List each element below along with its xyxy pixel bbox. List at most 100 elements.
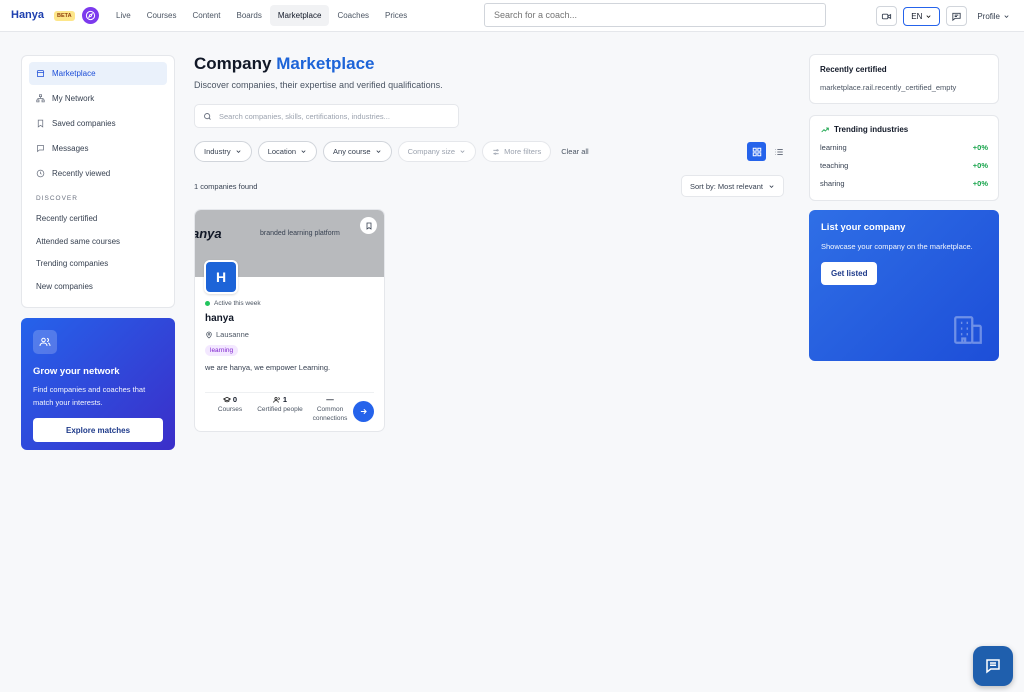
recently-certified-panel: Recently certified marketplace.rail.rece… (809, 54, 999, 104)
company-location: Lausanne (205, 330, 374, 339)
trending-industries-panel: Trending industries learning +0% teachin… (809, 115, 999, 201)
profile-label: Profile (977, 11, 1000, 21)
nav-boards[interactable]: Boards (229, 5, 270, 26)
location-text: Lausanne (216, 330, 249, 339)
filter-location[interactable]: Location (257, 141, 318, 162)
stat-label: Courses (217, 406, 243, 413)
sort-select[interactable]: Sort by: Most relevant (681, 175, 784, 197)
more-filters-button[interactable]: More filters (482, 141, 552, 162)
nav-marketplace[interactable]: Marketplace (269, 5, 330, 26)
nav-coaches[interactable]: Coaches (329, 5, 377, 26)
sidebar-item-my-network[interactable]: My Network (29, 87, 167, 110)
search-icon (204, 112, 211, 120)
stat-certified-people: 1 Certified people (255, 393, 305, 423)
filter-label: Any course (333, 147, 371, 156)
chevron-down-icon (769, 184, 774, 188)
results-count: 1 companies found (194, 182, 258, 191)
filter-label: Industry (204, 147, 231, 156)
profile-menu[interactable]: Profile (977, 12, 1010, 21)
page-title-part2: Marketplace (276, 54, 375, 73)
sidebar-item-saved-companies[interactable]: Saved companies (29, 112, 167, 135)
status-dot (205, 301, 210, 306)
explore-matches-button[interactable]: Explore matches (33, 418, 163, 442)
language-value: EN (911, 11, 923, 21)
discover-item-recently-certified[interactable]: Recently certified (29, 208, 167, 231)
sort-label: Sort by: Most relevant (690, 181, 763, 191)
activity-text: Active this week (214, 300, 261, 307)
clock-icon (36, 169, 45, 178)
sliders-icon (493, 148, 499, 155)
company-search-input[interactable]: Search companies, skills, certifications… (194, 104, 459, 128)
panel-title: Trending industries (820, 125, 988, 134)
filter-course[interactable]: Any course (323, 141, 392, 162)
stat-label: Common connections (312, 406, 348, 422)
company-name[interactable]: hanya (205, 313, 374, 324)
chevron-down-icon (301, 150, 306, 153)
view-toggle (747, 142, 788, 161)
sidebar-item-label: Saved companies (52, 119, 116, 128)
top-bar: Hanya BETA Live Courses Content Boards M… (0, 0, 1024, 32)
nav-content[interactable]: Content (184, 5, 228, 26)
list-view-icon[interactable] (769, 142, 788, 161)
sidebar-item-marketplace[interactable]: Marketplace (29, 62, 167, 85)
message-icon (37, 145, 44, 153)
discover-item-trending-companies[interactable]: Trending companies (29, 253, 167, 276)
chevron-down-icon (376, 150, 381, 153)
stat-courses: 0 Courses (205, 393, 255, 423)
company-stats: 0 Courses 1 Certified people — Common co… (205, 392, 374, 423)
trending-row[interactable]: learning +0% (820, 138, 988, 156)
language-select[interactable]: EN (903, 6, 941, 26)
filter-label: Location (267, 147, 297, 156)
industry-change: +0% (972, 178, 988, 188)
filter-company-size[interactable]: Company size (397, 141, 477, 162)
chat-icon[interactable] (973, 646, 1013, 686)
grow-network-card: Grow your network Find companies and coa… (21, 318, 175, 450)
sidebar: Marketplace My Network Saved companies M… (21, 55, 175, 308)
clear-all-button[interactable]: Clear all (561, 147, 589, 156)
stat-value: 0 (232, 395, 238, 404)
nav-live[interactable]: Live (108, 5, 139, 26)
list-company-card: List your company Showcase your company … (809, 210, 999, 361)
header-actions: EN Profile (876, 6, 1010, 26)
arrow-right-icon[interactable] (353, 401, 374, 422)
page-title-part1: Company (194, 54, 272, 73)
nav-courses[interactable]: Courses (139, 5, 185, 26)
chevron-down-icon (926, 14, 931, 18)
trending-up-icon (821, 127, 829, 132)
sidebar-item-recently-viewed[interactable]: Recently viewed (29, 162, 167, 185)
discover-heading: DISCOVER (36, 195, 78, 202)
page-subtitle: Discover companies, their expertise and … (194, 80, 443, 90)
avatar-letter: H (206, 262, 236, 292)
trending-row[interactable]: teaching +0% (820, 156, 988, 174)
sidebar-item-messages[interactable]: Messages (29, 137, 167, 160)
banner-tagline: branded learning platform (260, 230, 340, 237)
graduation-cap-icon (222, 396, 231, 402)
stat-label: Certified people (257, 406, 303, 413)
industry-name: sharing (820, 178, 845, 188)
page-title: Company Marketplace (194, 54, 374, 74)
chevron-down-icon (1004, 14, 1009, 18)
company-card[interactable]: anya branded learning platform H Active … (194, 209, 385, 432)
grid-view-icon[interactable] (747, 142, 766, 161)
trending-row[interactable]: sharing +0% (820, 174, 988, 192)
activity-status: Active this week (205, 300, 374, 307)
app-logo[interactable]: Hanya (11, 9, 44, 21)
messages-icon[interactable] (946, 6, 968, 26)
list-company-title: List your company (821, 222, 906, 233)
nav-prices[interactable]: Prices (377, 5, 415, 26)
video-icon[interactable] (876, 6, 898, 26)
users-icon (33, 330, 57, 354)
coach-search-input[interactable] (484, 3, 826, 27)
search-placeholder: Search companies, skills, certifications… (219, 111, 390, 121)
get-listed-button[interactable]: Get listed (821, 262, 878, 285)
bookmark-icon[interactable] (360, 217, 377, 234)
chevron-down-icon (236, 150, 241, 153)
compass-icon[interactable] (82, 7, 99, 24)
discover-item-attended-same-courses[interactable]: Attended same courses (29, 231, 167, 254)
beta-badge: BETA (54, 11, 75, 21)
discover-item-new-companies[interactable]: New companies (29, 276, 167, 299)
grow-text: Find companies and coaches that match yo… (33, 385, 146, 407)
industry-change: +0% (972, 160, 988, 170)
filter-industry[interactable]: Industry (194, 141, 252, 162)
network-icon (36, 94, 45, 103)
